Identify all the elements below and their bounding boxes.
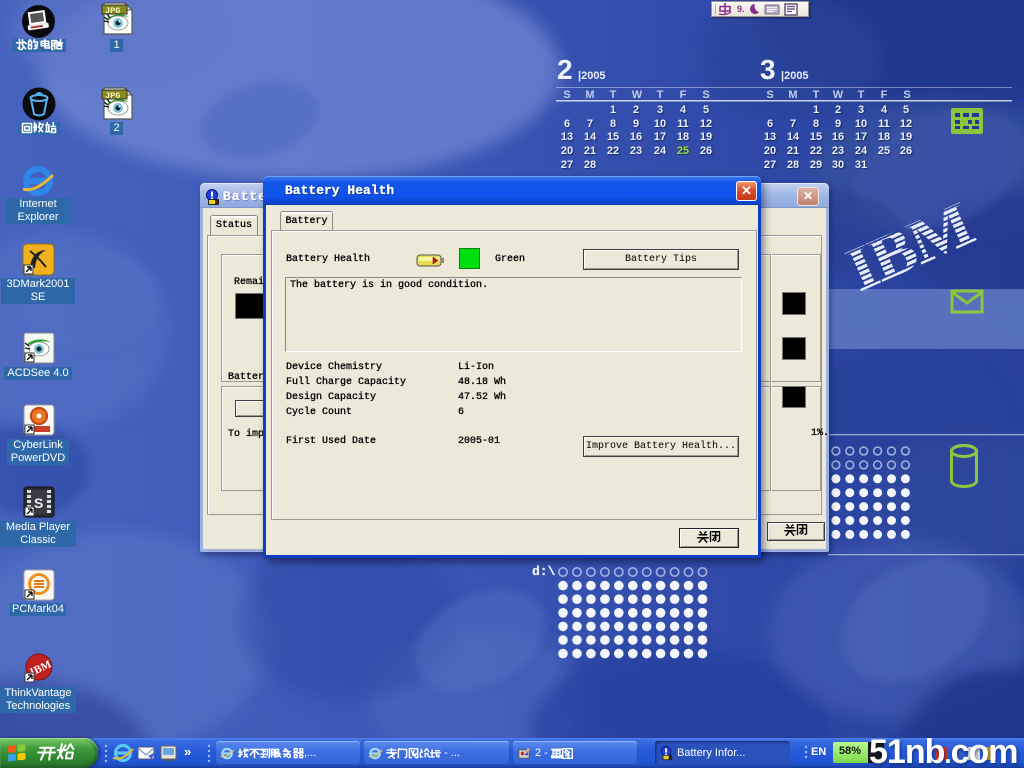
svg-text:»: »	[184, 744, 191, 759]
svg-text:S: S	[34, 495, 43, 511]
svg-text:9.: 9.	[737, 4, 745, 14]
